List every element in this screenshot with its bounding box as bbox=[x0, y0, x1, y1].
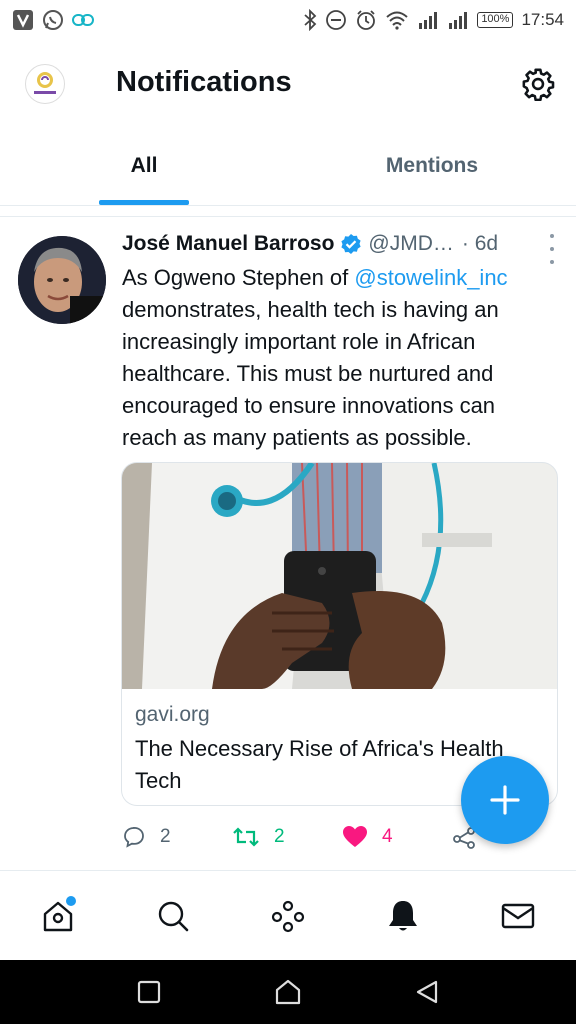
link-icon bbox=[72, 13, 94, 27]
like-button[interactable]: 4 bbox=[342, 825, 452, 849]
page-title: Notifications bbox=[116, 66, 292, 98]
author-name[interactable]: José Manuel Barroso bbox=[122, 232, 334, 256]
signal-icon bbox=[417, 11, 439, 29]
verified-badge-icon bbox=[340, 233, 362, 255]
recents-icon[interactable] bbox=[136, 979, 162, 1005]
v-app-icon bbox=[12, 9, 34, 31]
mention-link[interactable]: @stowelink_inc bbox=[354, 265, 507, 290]
battery-icon: 100% bbox=[477, 12, 514, 28]
settings-button[interactable] bbox=[520, 66, 556, 102]
profile-avatar[interactable] bbox=[25, 64, 65, 104]
back-icon[interactable] bbox=[414, 979, 440, 1005]
nav-home[interactable] bbox=[28, 886, 88, 946]
dnd-icon bbox=[325, 9, 347, 31]
mail-icon bbox=[502, 903, 535, 928]
like-count: 4 bbox=[382, 826, 393, 847]
link-card[interactable]: gavi.org The Necessary Rise of Africa's … bbox=[121, 462, 558, 806]
wifi-icon bbox=[385, 10, 409, 30]
header: Notifications bbox=[0, 40, 576, 126]
card-domain: gavi.org bbox=[135, 703, 210, 726]
alarm-icon bbox=[355, 9, 377, 31]
tweet-text-part: demonstrates, health tech is having an i… bbox=[122, 297, 499, 450]
author-handle[interactable]: @JMD… bbox=[368, 232, 453, 256]
tab-mentions-label: Mentions bbox=[385, 153, 479, 177]
nav-spaces[interactable] bbox=[258, 886, 318, 946]
signal-icon bbox=[447, 11, 469, 29]
author-avatar[interactable] bbox=[18, 236, 106, 324]
status-time: 17:54 bbox=[521, 10, 564, 29]
divider bbox=[0, 216, 576, 217]
bell-icon bbox=[389, 900, 418, 930]
compose-tweet-button[interactable] bbox=[461, 756, 549, 844]
search-icon bbox=[158, 901, 189, 931]
status-bar: 100% 17:54 bbox=[0, 0, 576, 40]
plus-icon bbox=[490, 785, 520, 815]
tab-all-label: All bbox=[130, 153, 158, 177]
tab-mentions[interactable]: Mentions bbox=[288, 126, 576, 205]
whatsapp-icon bbox=[42, 9, 64, 31]
heart-icon bbox=[343, 826, 367, 847]
nav-notifications[interactable] bbox=[373, 886, 433, 946]
nav-search[interactable] bbox=[143, 886, 203, 946]
home-icon[interactable] bbox=[274, 978, 302, 1006]
tweet-text: As Ogweno Stephen of @stowelink_inc demo… bbox=[122, 262, 552, 454]
nav-messages[interactable] bbox=[488, 886, 548, 946]
bluetooth-icon bbox=[303, 9, 317, 31]
android-nav-bar bbox=[0, 960, 576, 1024]
gear-icon bbox=[522, 68, 555, 101]
bottom-nav bbox=[0, 870, 576, 960]
tweet-time: · 6d bbox=[461, 232, 499, 255]
tab-all[interactable]: All bbox=[0, 126, 288, 205]
more-options-icon[interactable] bbox=[542, 234, 562, 264]
retweet-count: 2 bbox=[274, 826, 285, 847]
tab-bar: All Mentions bbox=[0, 126, 576, 206]
retweet-icon bbox=[233, 827, 259, 847]
new-content-dot bbox=[65, 895, 76, 906]
card-image bbox=[122, 463, 557, 689]
tweet-text-part: As Ogweno Stephen of bbox=[122, 265, 355, 290]
tweet-header: José Manuel Barroso @JMD… · 6d bbox=[122, 232, 562, 256]
reply-button[interactable]: 2 bbox=[122, 825, 232, 849]
spaces-icon bbox=[271, 900, 305, 932]
reply-count: 2 bbox=[160, 826, 171, 847]
retweet-button[interactable]: 2 bbox=[232, 825, 342, 849]
active-tab-indicator bbox=[99, 200, 189, 205]
reply-icon bbox=[124, 826, 144, 848]
